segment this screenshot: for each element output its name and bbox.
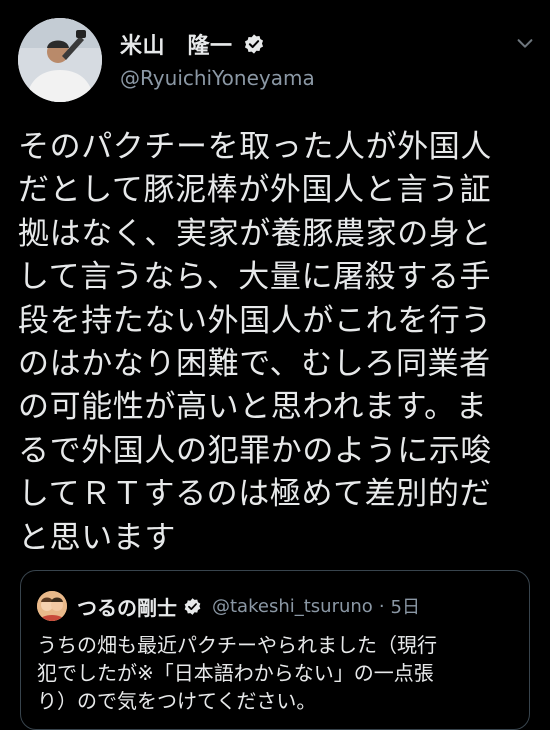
quoted-handle[interactable]: @takeshi_tsuruno xyxy=(212,596,373,617)
tweet-text-line: して言うなら、大量に屠殺する手 xyxy=(18,259,492,296)
user-photo-avatar-icon xyxy=(18,18,102,102)
tweet-text-line: だとして豚泥棒が外国人と言う証 xyxy=(18,172,492,209)
quoted-timestamp[interactable]: 5日 xyxy=(391,593,420,619)
author-avatar[interactable] xyxy=(18,18,102,102)
tweet[interactable]: 米山 隆一 @RyuichiYoneyama そのパクチーを取った人が外国人 だ… xyxy=(0,0,550,730)
quoted-tweet-card[interactable]: つるの剛士 @takeshi_tsuruno · 5日 うちの畑も最近パクチーや… xyxy=(20,570,530,730)
quoted-separator: · xyxy=(378,595,385,617)
author-display-name[interactable]: 米山 隆一 xyxy=(120,28,233,60)
tweet-text-line: 段を持たない外国人がこれを行う xyxy=(18,302,492,339)
tweet-text-line: のはかなり困難で、むしろ同業者 xyxy=(18,346,491,383)
tweet-text-line: るで外国人の犯罪かのように示唆 xyxy=(18,432,492,469)
quoted-text-line: り）ので気をつけてください。 xyxy=(37,689,317,713)
group-photo-avatar-icon xyxy=(37,591,67,621)
tweet-text-line: と思います xyxy=(18,519,176,556)
verified-badge-icon xyxy=(244,34,263,54)
quoted-display-name[interactable]: つるの剛士 xyxy=(77,592,177,621)
chevron-down-icon[interactable] xyxy=(514,32,536,54)
tweet-text-line: 拠はなく、実家が養豚農家の身と xyxy=(18,215,492,252)
quoted-tweet-header: つるの剛士 @takeshi_tsuruno · 5日 xyxy=(37,591,420,621)
tweet-text: そのパクチーを取った人が外国人 だとして豚泥棒が外国人と言う証 拠はなく、実家が… xyxy=(18,126,538,560)
quoted-text-line: うちの畑も最近パクチーやられました（現行 xyxy=(37,633,437,657)
tweet-text-line: してＲＴするのは極めて差別的だ xyxy=(18,476,492,513)
quoted-text-line: 犯でしたが※「日本語わからない」の一点張 xyxy=(37,661,434,685)
author-name-row: 米山 隆一 xyxy=(120,28,265,60)
author-handle[interactable]: @RyuichiYoneyama xyxy=(120,66,315,90)
verified-badge-icon xyxy=(184,597,201,615)
tweet-text-line: の可能性が高いと思われます。ま xyxy=(18,389,488,426)
quoted-author-avatar[interactable] xyxy=(37,591,67,621)
quoted-tweet-text: うちの畑も最近パクチーやられました（現行 犯でしたが※「日本語わからない」の一点… xyxy=(37,631,517,715)
tweet-text-line: そのパクチーを取った人が外国人 xyxy=(18,129,492,165)
